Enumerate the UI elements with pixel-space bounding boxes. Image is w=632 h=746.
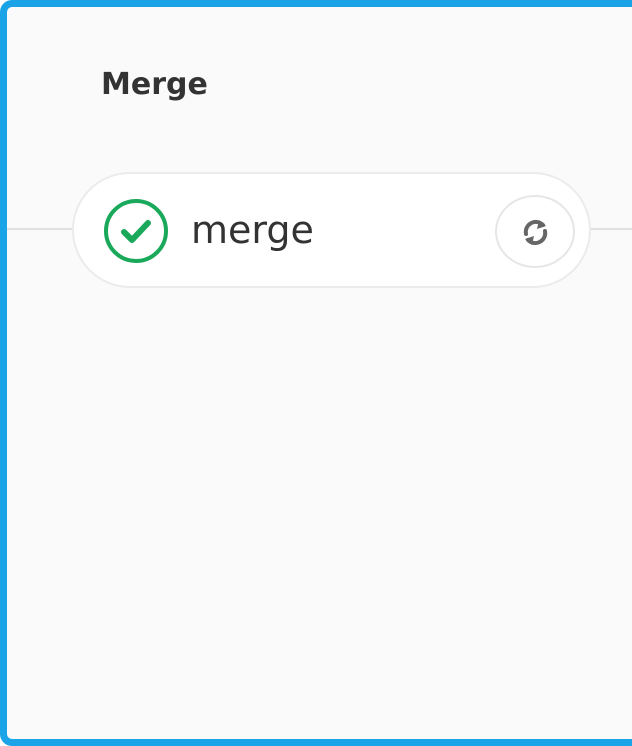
- pipeline-connector-left: [7, 228, 77, 230]
- pipeline-connector-right: [589, 228, 632, 230]
- pipeline-stage-panel: Merge merge: [0, 0, 632, 746]
- job-item-merge[interactable]: merge: [72, 172, 591, 288]
- check-circle-icon: [103, 198, 169, 264]
- stage-title: Merge: [101, 67, 208, 102]
- job-name[interactable]: merge: [191, 211, 314, 249]
- retry-button[interactable]: [495, 195, 575, 268]
